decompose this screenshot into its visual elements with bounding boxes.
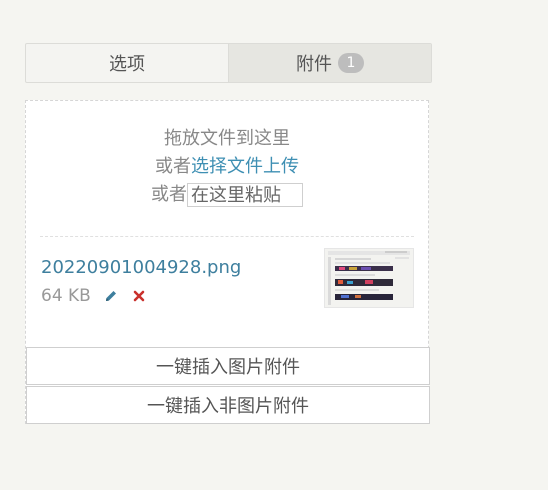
select-file-link[interactable]: 选择文件上传 — [191, 156, 299, 177]
upload-line: 或者选择文件上传 — [26, 153, 428, 181]
attachment-thumbnail[interactable] — [324, 248, 414, 308]
tab-options[interactable]: 选项 — [26, 44, 228, 82]
insert-image-attachments-button[interactable]: 一键插入图片附件 — [26, 347, 430, 385]
attachment-file-name[interactable]: 20220901004928.png — [41, 257, 241, 278]
drop-hint: 拖放文件到这里 — [164, 128, 290, 149]
attachments-panel: 拖放文件到这里 或者选择文件上传 或者 在这里粘贴 20220901004928.… — [25, 100, 430, 424]
paste-prefix: 或者 — [151, 184, 187, 205]
attachment-meta: 64 KB — [41, 286, 147, 306]
tab-bar: 选项 附件 1 — [25, 43, 432, 83]
tab-attachments-label: 附件 — [296, 54, 332, 75]
attachment-size: 64 KB — [41, 286, 91, 306]
attachment-count-badge: 1 — [338, 53, 364, 73]
close-icon[interactable] — [131, 288, 147, 304]
paste-area[interactable]: 在这里粘贴 — [187, 183, 303, 207]
divider — [40, 236, 414, 237]
paste-line: 或者 在这里粘贴 — [26, 181, 428, 209]
pencil-icon[interactable] — [103, 288, 119, 304]
drop-zone[interactable]: 拖放文件到这里 或者选择文件上传 或者 在这里粘贴 — [26, 125, 428, 209]
tab-attachments[interactable]: 附件 1 — [228, 44, 431, 82]
upload-prefix: 或者 — [155, 156, 191, 177]
tab-options-label: 选项 — [109, 54, 145, 75]
insert-non-image-attachments-button[interactable]: 一键插入非图片附件 — [26, 386, 430, 424]
